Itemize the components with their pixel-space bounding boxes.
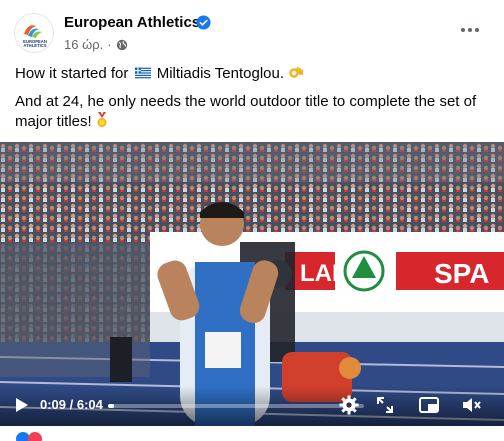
time-separator: / xyxy=(66,397,77,412)
post-text-line-2: And at 24, he only needs the world outdo… xyxy=(15,92,493,132)
reaction-icons[interactable] xyxy=(16,430,56,441)
post-timestamp[interactable]: 16 ώρ. xyxy=(64,37,103,52)
athlete-name: Miltiadis Tentoglou. xyxy=(156,65,285,82)
globe-icon[interactable] xyxy=(116,39,128,51)
more-options-icon xyxy=(461,28,465,32)
volume-muted-icon[interactable] xyxy=(460,394,482,416)
settings-icon[interactable] xyxy=(338,394,360,416)
verified-badge-icon xyxy=(196,15,211,30)
video-progress-bar[interactable] xyxy=(108,404,364,408)
miniplayer-icon[interactable] xyxy=(418,394,440,416)
duration: 6:04 xyxy=(76,397,103,412)
post-text-body: And at 24, he only needs the world outdo… xyxy=(15,93,477,130)
play-icon[interactable] xyxy=(10,394,32,416)
video-controls: 0:09 / 6:04 xyxy=(0,386,504,426)
video-frame: LAR SPA xyxy=(0,142,504,426)
camera-stand xyxy=(110,337,132,382)
svg-text:ATHLETICS: ATHLETICS xyxy=(23,43,46,48)
reactions-row xyxy=(0,426,504,441)
video-player[interactable]: LAR SPA 0:09 / 6:04 xyxy=(0,142,504,426)
post-text-prefix: How it started for xyxy=(15,65,129,82)
greece-flag-icon xyxy=(134,67,151,79)
fullscreen-icon[interactable] xyxy=(374,394,396,416)
current-time: 0:09 xyxy=(40,397,67,412)
medal-emoji-icon xyxy=(97,112,107,127)
post-card: EUROPEAN ATHLETICS European Athletics 16… xyxy=(0,0,504,441)
european-athletics-logo: EUROPEAN ATHLETICS xyxy=(23,25,47,48)
post-header: EUROPEAN ATHLETICS European Athletics 16… xyxy=(0,0,504,58)
page-name-link[interactable]: European Athletics xyxy=(64,14,200,31)
banner-text-1: LAR xyxy=(300,260,349,287)
post-text-line-1: How it started for Miltiadis Tentoglou. xyxy=(15,64,304,84)
page-avatar[interactable]: EUROPEAN ATHLETICS xyxy=(14,13,54,53)
post-meta: 16 ώρ. · xyxy=(64,37,128,52)
meta-separator: · xyxy=(107,37,112,52)
video-time: 0:09 / 6:04 xyxy=(40,397,103,412)
banner-text-2: SPA xyxy=(434,258,490,289)
more-options-button[interactable] xyxy=(456,20,484,40)
video-progress-fill xyxy=(108,404,115,408)
ok-hand-emoji-icon xyxy=(289,67,304,78)
